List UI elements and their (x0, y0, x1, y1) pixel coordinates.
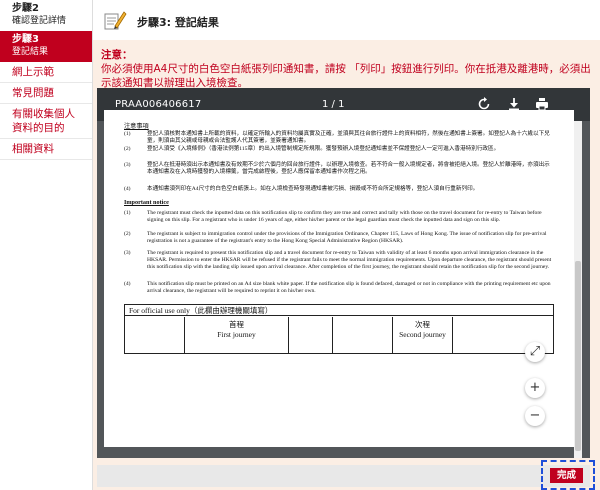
doc-item-text: 登記人須核對本通知書上所載的資料，以確定所輸入的資料均屬真實及正確，並須與其往台… (147, 131, 550, 144)
notice-text: 你必須使用A4尺寸的白色空白紙張列印通知書，請按 「列印」按鈕進行列印。你在抵港… (101, 63, 591, 89)
doc-item-number: (2) (124, 231, 131, 237)
done-button[interactable]: 完成 (550, 468, 583, 483)
doc-item-text: This notification slip must be printed o… (147, 281, 551, 294)
sidebar: 步驟2 確認登記詳情 步驟3 登記結果 網上示範 常見問題 有關收集個人資料的目… (0, 0, 92, 490)
zoom-out-icon: − (529, 408, 541, 423)
official-use-blank-cell (333, 317, 393, 353)
step-3-number: 步驟3 (12, 34, 39, 45)
fit-page-icon: ⤢ (529, 344, 541, 359)
second-journey-cell: 次程 Second journey (393, 317, 453, 353)
step-3-label: 登記結果 (12, 47, 49, 57)
doc-item-number: (1) (124, 131, 131, 137)
official-use-box: For official use only（此欄由辦理機關填寫） 首程 Firs… (124, 304, 554, 354)
doc-item-number: (3) (124, 250, 131, 256)
pdf-page-indicator: 1 / 1 (322, 99, 345, 110)
doc-item-number: (2) (124, 146, 131, 152)
step-2-label: 確認登記詳情 (12, 16, 67, 26)
doc-item-text: The registrant is subject to immigration… (147, 231, 547, 244)
notice-block: 注意： 你必須使用A4尺寸的白色空白紙張列印通知書，請按 「列印」按鈕進行列印。… (101, 48, 596, 90)
done-button-highlight: 完成 (541, 460, 595, 490)
zoom-out-button[interactable]: − (525, 406, 545, 426)
print-icon[interactable] (535, 97, 549, 111)
pdf-viewer: PRAA006406617 1 / 1 注意事項 (1) 登記人須核對本通知書上… (97, 88, 590, 458)
first-journey-zh: 首程 (229, 320, 244, 329)
sidebar-link-data-collection-purpose[interactable]: 有關收集個人資料的目的 (0, 104, 92, 139)
zoom-in-button[interactable]: + (525, 378, 545, 398)
doc-item-number: (4) (124, 281, 131, 287)
doc-notice-title-zh: 注意事項 (124, 123, 149, 130)
sidebar-link-online-demo[interactable]: 網上示範 (0, 62, 92, 83)
pdf-scrollbar-thumb[interactable] (575, 261, 581, 451)
step-3-item: 步驟3 登記結果 (0, 31, 92, 62)
page-title: 步驟3: 登記結果 (137, 16, 219, 29)
page-header: 步驟3: 登記結果 (93, 0, 600, 40)
step-2-number: 步驟2 (12, 3, 39, 14)
pdf-page: 注意事項 (1) 登記人須核對本通知書上所載的資料，以確定所輸入的資料均屬真實及… (104, 110, 574, 447)
doc-item-text: The registrant must check the inputted d… (147, 210, 542, 223)
form-pencil-icon (104, 11, 127, 30)
doc-notice-title-en: Important notice (124, 199, 169, 206)
doc-item-text: 登記人在抵港時須出示本通知書及有效期不少於六個月的回台旅行證件，以辦理入境檢查。… (147, 162, 550, 175)
pdf-document-name: PRAA006406617 (115, 99, 202, 110)
pdf-scrollbar[interactable] (574, 121, 582, 458)
official-use-blank-cell (289, 317, 333, 353)
doc-item-number: (4) (124, 186, 131, 192)
second-journey-zh: 次程 (415, 320, 430, 329)
first-journey-cell: 首程 First journey (185, 317, 289, 353)
sidebar-link-faq[interactable]: 常見問題 (0, 83, 92, 104)
rotate-icon[interactable] (477, 97, 491, 111)
official-use-heading: For official use only（此欄由辦理機關填寫） (125, 305, 553, 316)
main-panel: 步驟3: 登記結果 注意： 你必須使用A4尺寸的白色空白紙張列印通知書，請按 「… (93, 0, 600, 490)
fit-page-button[interactable]: ⤢ (525, 342, 545, 362)
doc-item-text: 本通知書須列印在A4尺寸的白色空白紙張上。如在入境檢查時發現通知書被污損、損毀或… (147, 186, 479, 192)
doc-item-number: (1) (124, 210, 131, 216)
official-use-blank-cell (125, 317, 185, 353)
sidebar-link-related-info[interactable]: 相關資料 (0, 139, 92, 160)
notice-label: 注意： (101, 49, 133, 61)
zoom-in-icon: + (529, 380, 541, 395)
doc-item-number: (3) (124, 162, 131, 168)
doc-item-text: 登記人須受《入境條例》（香港法例第115章）的出入境管制規定所規限。獲發預辦入境… (147, 146, 500, 152)
viewer-footer-bar (97, 465, 590, 487)
first-journey-en: First journey (217, 330, 256, 339)
second-journey-en: Second journey (399, 330, 446, 339)
download-icon[interactable] (507, 97, 521, 111)
step-2-item: 步驟2 確認登記詳情 (0, 0, 92, 31)
doc-item-text: The registrant is required to present th… (147, 250, 552, 270)
